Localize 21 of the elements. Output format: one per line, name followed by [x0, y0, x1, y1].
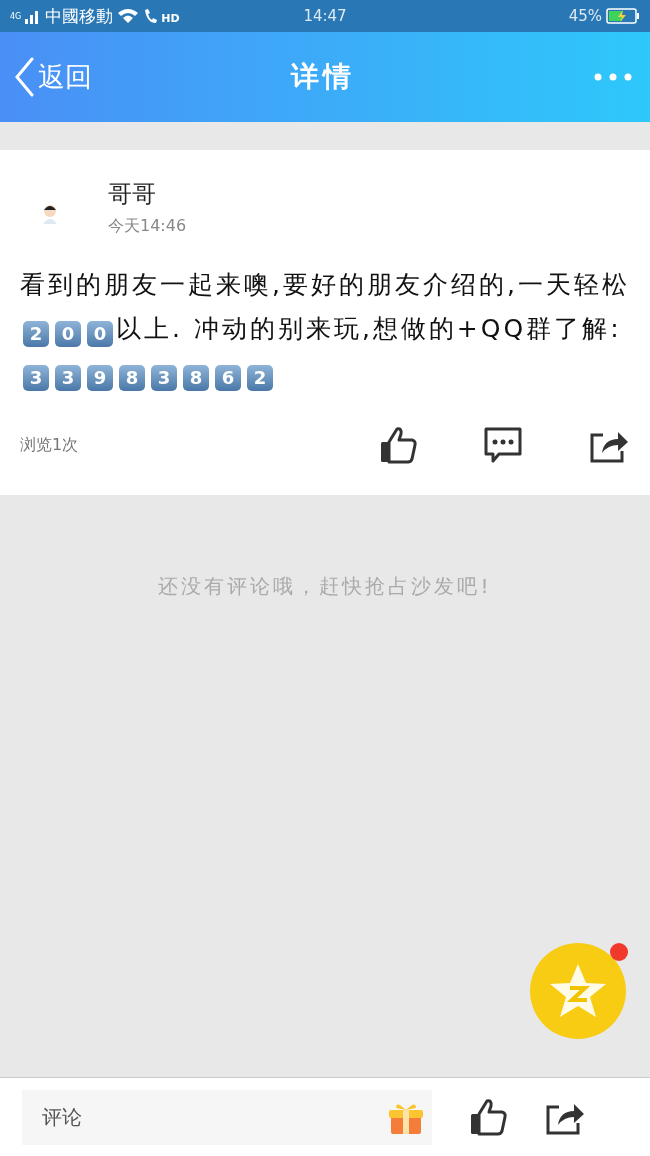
network-type: 4G	[10, 11, 22, 21]
battery-icon	[606, 8, 640, 24]
page-title: 详情	[291, 59, 355, 95]
like-icon[interactable]	[468, 1097, 508, 1137]
phone-icon	[143, 8, 158, 24]
comment-icon[interactable]	[482, 425, 524, 465]
wifi-icon	[117, 8, 140, 24]
hd-label: HD	[161, 11, 180, 25]
like-icon[interactable]	[378, 425, 418, 465]
back-button[interactable]: 返回	[14, 57, 134, 97]
post-text: 看到的朋友一起来噢,要好的朋友介绍的,一天轻松 2 0 0 以上. 冲动的别来玩,想做的+QQ群了解: 3 3 9 8 3 8 6 2	[20, 263, 630, 395]
post-time: 今天14:46	[108, 216, 187, 237]
back-chevron-icon[interactable]	[14, 57, 34, 97]
battery-percent: 45%	[568, 7, 602, 25]
no-comments-message: 还没有评论哦，赶快抢占沙发吧!	[158, 573, 492, 600]
comment-field[interactable]: 评论	[22, 1089, 432, 1145]
star-icon[interactable]	[548, 962, 608, 1020]
view-count: 浏览1次	[20, 434, 79, 456]
carrier-name: 中國移動	[45, 4, 114, 28]
author-name: 哥哥	[108, 179, 157, 210]
clock: 14:47	[303, 7, 347, 25]
